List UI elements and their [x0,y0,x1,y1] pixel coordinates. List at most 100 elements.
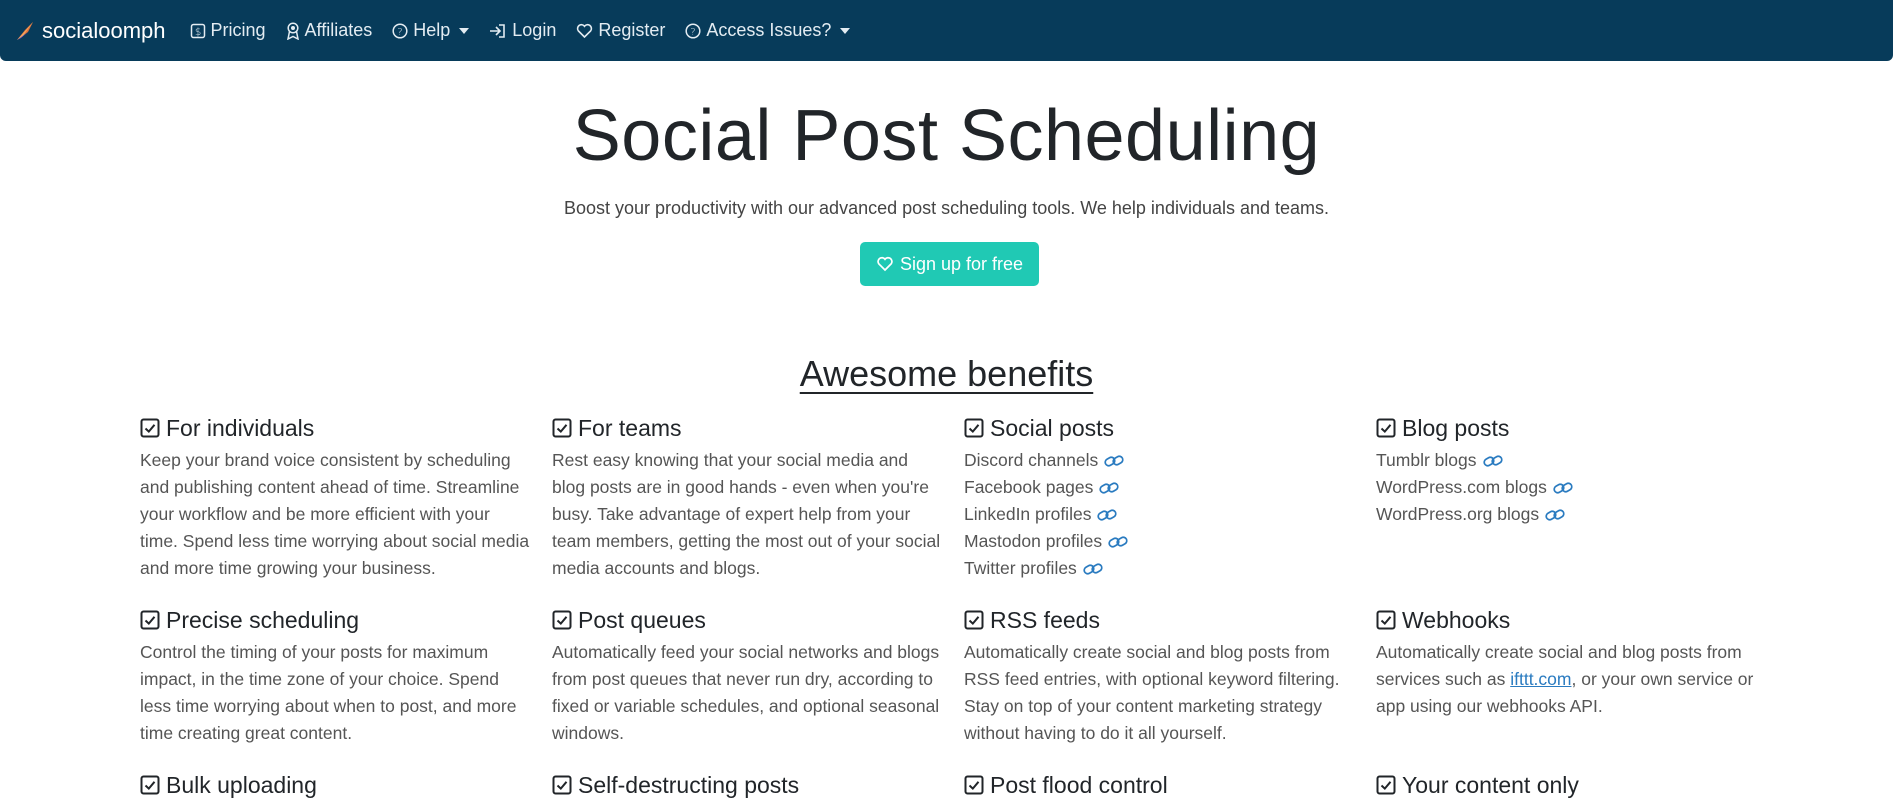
feature-text: Rest easy knowing that your social media… [552,450,941,578]
brand-name: socialoomph [42,17,166,43]
ifttt-link[interactable]: ifttt.com [1510,669,1571,689]
hero-subtitle: Boost your productivity with our advance… [563,198,1330,218]
brand-link[interactable]: socialoomph [15,18,166,44]
link-icon [1482,454,1503,467]
link-icon [1099,481,1120,494]
feature-title: RSS feeds [964,605,1356,635]
checkbox-checked-icon [140,775,160,795]
list-item[interactable]: LinkedIn profiles [964,501,1356,528]
signup-button[interactable]: Sign up for free [860,242,1039,286]
chevron-down-icon [459,27,470,34]
blog-platform-list: Tumblr blogs WordPress.com blogs WordPre… [1376,447,1768,528]
feature-rss-feeds: RSS feeds Automatically create social an… [964,605,1356,747]
feature-text: Automatically feed your social networks … [552,642,940,743]
feature-post-queues: Post queues Automatically feed your soci… [552,605,944,747]
feature-social-posts: Social posts Discord channels Facebook p… [964,413,1356,582]
feature-title-text: For individuals [166,414,315,441]
feature-title: Social posts [964,413,1356,443]
list-item[interactable]: WordPress.org blogs [1376,501,1768,528]
nav-affiliates-label: Affiliates [304,20,373,40]
nav-help-label: Help [413,20,451,40]
checkbox-checked-icon [552,418,572,438]
feature-webhooks: Webhooks Automatically create social and… [1376,605,1768,720]
nav-help-dropdown[interactable]: ? Help [382,0,479,61]
list-item-label: Facebook pages [964,477,1094,497]
svg-text:$: $ [194,27,200,38]
list-item[interactable]: Tumblr blogs [1376,447,1768,474]
nav-login[interactable]: Login [479,0,566,61]
nav-login-label: Login [512,20,557,40]
checkbox-checked-icon [140,418,160,438]
checkbox-checked-icon [552,610,572,630]
list-item-label: Tumblr blogs [1376,450,1477,470]
quill-logo-icon [17,21,33,40]
feature-title-text: Precise scheduling [166,606,360,633]
dollar-icon: $ [190,23,205,38]
nav-affiliates[interactable]: Affiliates [276,0,383,61]
heart-icon [877,256,893,272]
feature-title-text: Your content only [1402,771,1579,798]
feature-bulk-uploading: Bulk uploading [140,770,532,800]
list-item-label: Discord channels [964,450,1099,470]
checkbox-checked-icon [964,775,984,795]
feature-title: For individuals [140,413,532,443]
feature-title-text: For teams [578,414,682,441]
checkbox-checked-icon [1376,418,1396,438]
checkbox-checked-icon [552,775,572,795]
feature-title: For teams [552,413,944,443]
question-circle-icon: ? [392,22,408,39]
benefits-heading: Awesome benefits [799,353,1094,394]
feature-title: Your content only [1376,770,1768,800]
checkbox-checked-icon [964,418,984,438]
feature-title-text: Post flood control [990,771,1168,798]
feature-for-teams: For teams Rest easy knowing that your so… [552,413,944,582]
top-navbar: socialoomph $ Pricing Affiliates ? Help … [0,0,1893,61]
feature-text: Keep your brand voice consistent by sche… [140,450,530,578]
nav-register-label: Register [598,20,666,40]
feature-title-text: Webhooks [1402,606,1511,633]
feature-text: Automatically create social and blog pos… [1376,639,1768,720]
link-icon [1097,508,1118,521]
checkbox-checked-icon [1376,775,1396,795]
feature-title: Bulk uploading [140,770,532,800]
link-icon [1104,454,1124,467]
signup-button-label: Sign up for free [899,253,1024,274]
svg-text:?: ? [691,27,696,38]
feature-title: Post flood control [964,770,1356,800]
feature-title-text: Social posts [990,414,1115,441]
feature-your-content-only: Your content only [1376,770,1768,800]
feature-post-flood-control: Post flood control [964,770,1356,800]
nav-pricing[interactable]: $ Pricing [180,0,276,61]
feature-blog-posts: Blog posts Tumblr blogs WordPress.com bl… [1376,413,1768,528]
feature-title-text: Self-destructing posts [578,771,800,798]
checkbox-checked-icon [140,610,160,630]
feature-precise-scheduling: Precise scheduling Control the timing of… [140,605,532,747]
list-item[interactable]: Facebook pages [964,474,1356,501]
link-icon [1553,481,1573,494]
feature-for-individuals: For individuals Keep your brand voice co… [140,413,532,582]
chevron-down-icon [840,27,851,34]
login-arrow-icon [490,23,506,38]
feature-text: Automatically create social and blog pos… [964,642,1340,743]
nav-access-issues-dropdown[interactable]: ? Access Issues? [675,0,860,61]
list-item[interactable]: Twitter profiles [964,555,1356,582]
svg-text:?: ? [398,27,403,38]
link-icon [1083,562,1103,575]
list-item[interactable]: Mastodon profiles [964,528,1356,555]
feature-title: Self-destructing posts [552,770,944,800]
list-item[interactable]: WordPress.com blogs [1376,474,1768,501]
checkbox-checked-icon [1376,610,1396,630]
list-item-label: WordPress.com blogs [1376,477,1547,497]
hero-title: Social Post Scheduling [572,96,1321,176]
heart-icon [577,23,593,38]
feature-title: Precise scheduling [140,605,532,635]
feature-title: Webhooks [1376,605,1768,635]
list-item[interactable]: Discord channels [964,447,1356,474]
nav-access-issues-label: Access Issues? [706,20,832,40]
feature-title-text: Post queues [578,606,706,633]
checkbox-checked-icon [964,610,984,630]
feature-title-text: Blog posts [1402,414,1510,441]
feature-title: Blog posts [1376,413,1768,443]
nav-register[interactable]: Register [566,0,675,61]
feature-title: Post queues [552,605,944,635]
